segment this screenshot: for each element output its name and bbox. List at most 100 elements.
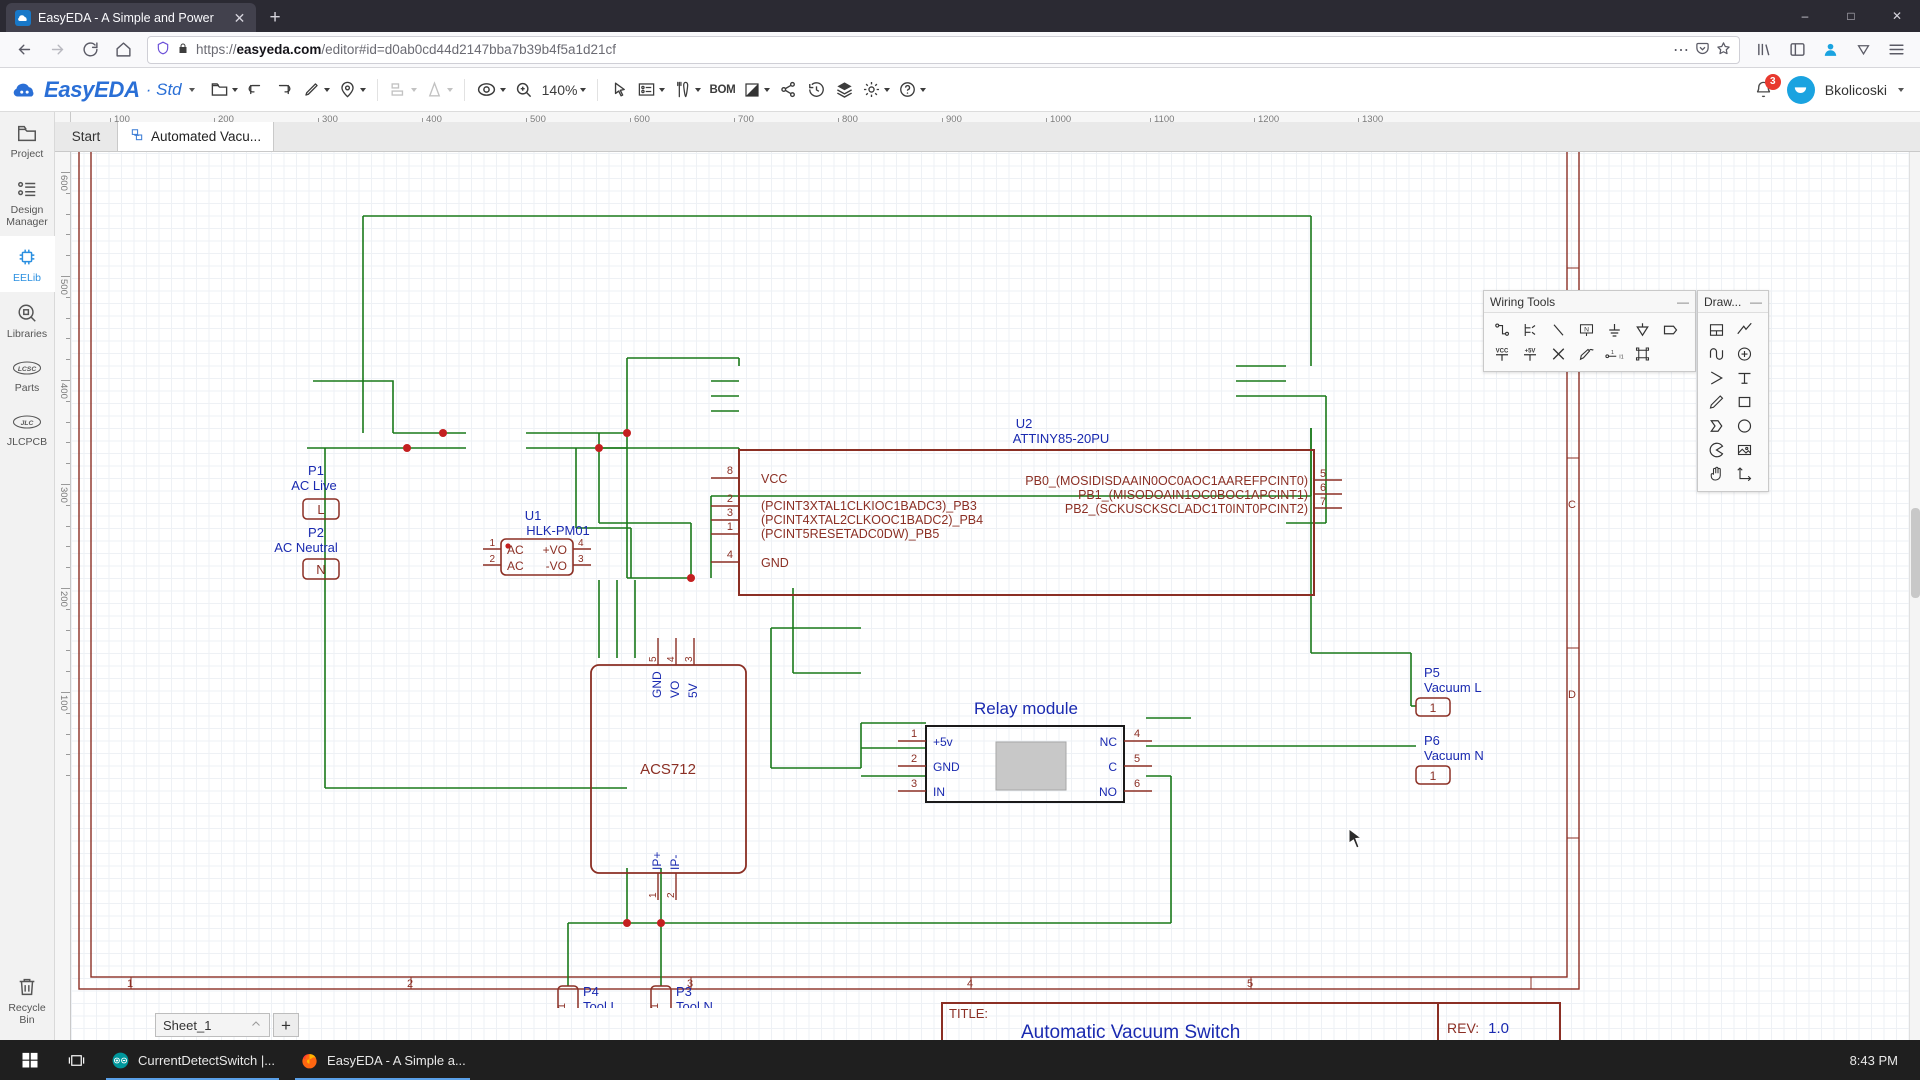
chevron-shape-icon[interactable]: [1702, 414, 1730, 438]
select-cursor-button[interactable]: [606, 75, 632, 105]
avatar[interactable]: [1787, 76, 1815, 104]
bus-entry-icon[interactable]: [1544, 318, 1572, 342]
bus-icon[interactable]: [1516, 318, 1544, 342]
extension-icon[interactable]: [1848, 36, 1878, 64]
align-button[interactable]: [386, 75, 420, 105]
chevron-down-icon[interactable]: [884, 88, 890, 92]
task-view-button[interactable]: [54, 1040, 98, 1080]
sheet-symbol-icon[interactable]: [1628, 342, 1656, 366]
browser-tab[interactable]: EasyEDA - A Simple and Power ✕: [6, 3, 256, 32]
help-button[interactable]: [895, 75, 929, 105]
circle-plus-icon[interactable]: [1730, 342, 1758, 366]
pocket-icon[interactable]: [1695, 41, 1710, 59]
taskbar-item-arduino[interactable]: CurrentDetectSwitch |...: [98, 1040, 287, 1080]
bookmark-star-icon[interactable]: [1716, 41, 1731, 59]
tools-button[interactable]: [670, 75, 704, 105]
settings-button[interactable]: [859, 75, 893, 105]
sidebar-item-parts[interactable]: LCSC Parts: [0, 348, 55, 402]
plus5v-icon[interactable]: +5V: [1516, 342, 1544, 366]
library-icon[interactable]: [1749, 36, 1779, 64]
netflag-icon[interactable]: [1656, 318, 1684, 342]
recycle-bin[interactable]: Recycle Bin: [0, 966, 55, 1040]
reload-icon[interactable]: [75, 36, 105, 64]
chevron-up-icon[interactable]: [250, 1018, 262, 1033]
tab-automated-vacuum[interactable]: Automated Vacu...: [117, 122, 274, 151]
sidebar-item-project[interactable]: Project: [0, 112, 55, 168]
place-button[interactable]: [335, 75, 369, 105]
bom-button[interactable]: BOM: [706, 75, 738, 105]
attributes-button[interactable]: [634, 75, 668, 105]
dimension-icon[interactable]: [1730, 462, 1758, 486]
chevron-down-icon[interactable]: [920, 88, 926, 92]
username-label[interactable]: Bkolicoski: [1825, 82, 1887, 98]
new-tab-button[interactable]: +: [260, 3, 290, 32]
chevron-down-icon[interactable]: [447, 88, 453, 92]
shield-icon[interactable]: [156, 41, 170, 58]
vcc-icon[interactable]: VCC: [1488, 342, 1516, 366]
chevron-down-icon[interactable]: [411, 88, 417, 92]
overflow-icon[interactable]: ⋯: [1673, 40, 1689, 60]
maximize-icon[interactable]: □: [1828, 0, 1874, 32]
chevron-down-icon[interactable]: [695, 88, 701, 92]
layers-button[interactable]: [831, 75, 857, 105]
chevron-down-icon[interactable]: [580, 88, 586, 92]
zoom-level[interactable]: 140%: [539, 75, 590, 105]
polyline-icon[interactable]: [1730, 318, 1758, 342]
taskbar-item-firefox[interactable]: EasyEDA - A Simple a...: [287, 1040, 478, 1080]
netlabel-icon[interactable]: N: [1572, 318, 1600, 342]
sheet-tab[interactable]: Sheet_1: [155, 1013, 270, 1037]
url-bar[interactable]: https://easyeda.com/editor#id=d0ab0cd44d…: [147, 36, 1740, 64]
netport-icon[interactable]: [1628, 318, 1656, 342]
text-icon[interactable]: [1730, 366, 1758, 390]
easyeda-logo[interactable]: EasyEDA · Std: [12, 77, 195, 103]
taskbar-clock[interactable]: 8:43 PM: [1850, 1053, 1914, 1068]
chevron-down-icon[interactable]: [500, 88, 506, 92]
sidebar-icon[interactable]: [1782, 36, 1812, 64]
add-sheet-button[interactable]: +: [273, 1013, 299, 1037]
undo-button[interactable]: [243, 75, 269, 105]
canvas-icon[interactable]: [1702, 318, 1730, 342]
arc-icon[interactable]: [1702, 342, 1730, 366]
close-icon[interactable]: ✕: [231, 9, 248, 26]
gnd-icon[interactable]: [1600, 318, 1628, 342]
polygon-icon[interactable]: [1702, 366, 1730, 390]
chevron-down-icon[interactable]: [659, 88, 665, 92]
probe-icon[interactable]: [1572, 342, 1600, 366]
minimize-icon[interactable]: —: [1677, 295, 1689, 309]
draw-tools-panel[interactable]: Draw... —: [1697, 290, 1769, 492]
chevron-down-icon[interactable]: [764, 88, 770, 92]
schematic-grid[interactable]: 1 2 3 4 5 B C D: [71, 128, 1920, 1040]
zoom-button[interactable]: [511, 75, 537, 105]
menu-icon[interactable]: [1881, 36, 1911, 64]
history-button[interactable]: [803, 75, 829, 105]
sidebar-item-design-manager[interactable]: Design Manager: [0, 168, 55, 236]
home-icon[interactable]: [108, 36, 138, 64]
share-button[interactable]: [775, 75, 801, 105]
visibility-button[interactable]: [473, 75, 509, 105]
ellipse-icon[interactable]: [1730, 414, 1758, 438]
sidebar-item-eelib[interactable]: EELib: [0, 236, 55, 292]
edit-pen-button[interactable]: [299, 75, 333, 105]
wire-icon[interactable]: [1488, 318, 1516, 342]
pin-icon[interactable]: 1I1: [1600, 342, 1628, 366]
chevron-down-icon[interactable]: [232, 88, 238, 92]
minimize-icon[interactable]: –: [1782, 0, 1828, 32]
redo-button[interactable]: [271, 75, 297, 105]
pencil-icon[interactable]: [1702, 390, 1730, 414]
schematic-canvas[interactable]: 1002003004005006007008009001000110012001…: [55, 112, 1920, 1040]
account-icon[interactable]: [1815, 36, 1845, 64]
start-button[interactable]: [6, 1040, 54, 1080]
wiring-tools-panel[interactable]: Wiring Tools — N VCC +5V 1I1: [1483, 290, 1696, 372]
chevron-down-icon[interactable]: [324, 88, 330, 92]
theme-button[interactable]: [740, 75, 773, 105]
sidebar-item-jlcpcb[interactable]: JLC JLCPCB: [0, 402, 55, 456]
notifications-button[interactable]: 3: [1751, 77, 1777, 103]
no-connect-icon[interactable]: [1544, 342, 1572, 366]
forward-icon[interactable]: [42, 36, 72, 64]
vertical-scrollbar[interactable]: [1909, 128, 1920, 1040]
chevron-down-icon[interactable]: [360, 88, 366, 92]
chevron-down-icon[interactable]: [1898, 88, 1904, 92]
tab-start[interactable]: Start: [55, 122, 117, 151]
hand-icon[interactable]: [1702, 462, 1730, 486]
window-close-icon[interactable]: ✕: [1874, 0, 1920, 32]
